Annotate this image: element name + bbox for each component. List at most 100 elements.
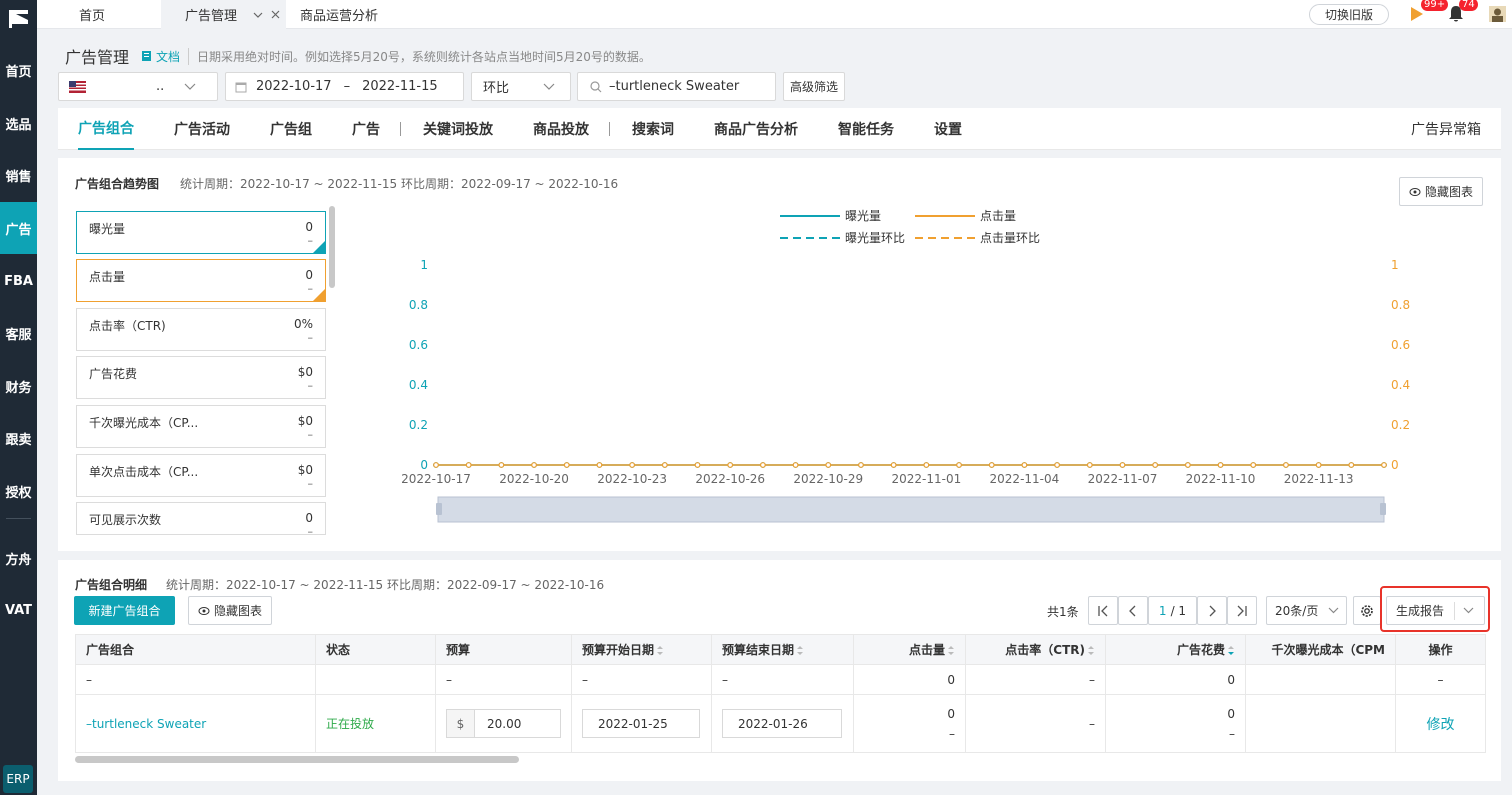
summary-cell: – xyxy=(571,664,712,695)
first-page-button[interactable] xyxy=(1088,596,1118,625)
col-header-budget-start[interactable]: 预算开始日期 xyxy=(571,634,712,665)
col-header-clicks[interactable]: 点击量 xyxy=(853,634,966,665)
sidebar: 首页 选品 销售 广告 FBA 客服 财务 跟卖 授权 方舟 VAT ERP xyxy=(0,0,37,795)
sidebar-item-finance[interactable]: 财务 xyxy=(0,360,37,412)
col-header-spend[interactable]: 广告花费 xyxy=(1105,634,1246,665)
date-range-picker[interactable]: 2022-10-17 – 2022-11-15 xyxy=(225,72,464,101)
detail-title: 广告组合明细 xyxy=(75,578,148,592)
last-page-button[interactable] xyxy=(1227,596,1257,625)
tab-product-targeting[interactable]: 商品投放 xyxy=(533,108,589,150)
new-portfolio-button[interactable]: 新建广告组合 xyxy=(74,596,175,625)
tab-portfolio[interactable]: 广告组合 xyxy=(78,108,134,150)
date-start[interactable]: 2022-10-17 xyxy=(256,79,332,94)
tab-keyword-targeting[interactable]: 关键词投放 xyxy=(423,108,493,150)
tab-campaign[interactable]: 广告活动 xyxy=(174,108,230,150)
edit-link[interactable]: 修改 xyxy=(1395,694,1486,753)
tab-ad[interactable]: 广告 xyxy=(352,108,380,150)
portfolio-name-link[interactable]: –turtleneck Sweater xyxy=(75,694,316,753)
column-settings-button[interactable] xyxy=(1353,596,1381,625)
tab-ad-group[interactable]: 广告组 xyxy=(270,108,312,150)
data-point xyxy=(1086,462,1093,468)
ad-anomaly-box-link[interactable]: 广告异常箱 xyxy=(1411,108,1481,150)
generate-report-label[interactable]: 生成报告 xyxy=(1396,602,1444,619)
metric-card-cpm[interactable]: 千次曝光成本（CP... $0 – xyxy=(76,405,326,448)
next-page-button[interactable] xyxy=(1197,596,1227,625)
page-title: 广告管理 xyxy=(65,48,130,67)
sidebar-item-fba[interactable]: FBA xyxy=(0,255,37,307)
sidebar-item-authorization[interactable]: 授权 xyxy=(0,465,37,517)
metric-card-ctr[interactable]: 点击率（CTR) 0% – xyxy=(76,308,326,351)
chevron-down-icon[interactable] xyxy=(253,11,263,19)
sidebar-item-vat[interactable]: VAT xyxy=(0,584,37,636)
hide-chart-button-2[interactable]: 隐藏图表 xyxy=(188,596,272,625)
metric-list-scrollbar[interactable] xyxy=(329,206,335,288)
sidebar-item-ads[interactable]: 广告 xyxy=(0,202,37,254)
compare-select[interactable]: 环比 xyxy=(471,72,571,101)
tab-ad-management[interactable]: 广告管理 xyxy=(161,0,286,29)
store-select-value: .. xyxy=(156,79,165,94)
prev-page-button[interactable] xyxy=(1118,596,1148,625)
sidebar-item-ark[interactable]: 方舟 xyxy=(0,532,37,584)
table-row: –turtleneck Sweater 正在投放 $ 20.00 2022-01… xyxy=(75,694,1486,753)
metric-label: 曝光量 xyxy=(89,222,126,236)
budget-input[interactable]: $ 20.00 xyxy=(446,709,561,738)
total-count: 共1条 xyxy=(1047,605,1079,619)
tab-product-ad-analysis[interactable]: 商品广告分析 xyxy=(714,108,798,150)
start-date-input[interactable]: 2022-01-25 xyxy=(582,709,700,738)
sort-icon[interactable] xyxy=(1087,645,1095,656)
generate-report-button[interactable]: 生成报告 xyxy=(1386,596,1485,625)
sidebar-item-sales[interactable]: 销售 xyxy=(0,149,37,201)
search-input[interactable]: –turtleneck Sweater xyxy=(577,72,776,101)
tab-search-terms[interactable]: 搜索词 xyxy=(632,108,674,150)
metric-label: 点击量 xyxy=(89,270,126,284)
start-date-cell: 2022-01-25 xyxy=(571,694,712,753)
metric-card-viewable-impressions[interactable]: 可见展示次数 0 – xyxy=(76,502,326,535)
metric-card-spend[interactable]: 广告花费 $0 – xyxy=(76,356,326,399)
sidebar-item-home[interactable]: 首页 xyxy=(0,44,37,96)
metric-value: 0 xyxy=(305,220,313,234)
tab-smart-tasks[interactable]: 智能任务 xyxy=(838,108,894,150)
cpm-cell xyxy=(1245,694,1396,753)
close-icon[interactable] xyxy=(271,10,280,19)
trend-period: 统计周期：2022-10-17 ~ 2022-11-15 环比周期：2022-0… xyxy=(180,177,619,191)
chevron-down-icon[interactable] xyxy=(1463,607,1474,614)
current-page[interactable]: 1 xyxy=(1159,604,1167,618)
metric-card-cpc[interactable]: 单次点击成本（CP... $0 – xyxy=(76,454,326,497)
summary-cell: 0 xyxy=(1105,664,1246,695)
erp-button[interactable]: ERP xyxy=(3,765,33,793)
store-select[interactable]: .. xyxy=(58,72,218,101)
page-size-select[interactable]: 20条/页 xyxy=(1266,596,1347,625)
sort-icon[interactable] xyxy=(796,645,804,656)
end-date-input[interactable]: 2022-01-26 xyxy=(722,709,842,738)
logo-icon xyxy=(9,10,28,28)
col-header-ctr[interactable]: 点击率（CTR) xyxy=(965,634,1106,665)
table-horizontal-scrollbar[interactable] xyxy=(75,756,519,763)
tab-home[interactable]: 首页 xyxy=(79,0,105,29)
summary-cell: 0 xyxy=(853,664,966,695)
sidebar-item-customer-service[interactable]: 客服 xyxy=(0,307,37,359)
tab-product-ops[interactable]: 商品运营分析 xyxy=(300,0,378,29)
y-left-tick: 1 xyxy=(420,258,428,272)
budget-value[interactable]: 20.00 xyxy=(475,710,521,737)
metric-card-impressions[interactable]: 曝光量 0 – xyxy=(76,211,326,254)
advanced-filter-button[interactable]: 高级筛选 xyxy=(783,72,845,101)
sidebar-item-follow-sell[interactable]: 跟卖 xyxy=(0,412,37,464)
col-header-budget-end[interactable]: 预算结束日期 xyxy=(711,634,854,665)
switch-old-version-button[interactable]: 切换旧版 xyxy=(1309,4,1389,25)
first-page-icon xyxy=(1098,605,1108,616)
legend-label: 点击量 xyxy=(980,209,1016,223)
doc-link[interactable]: 文档 xyxy=(141,48,180,65)
avatar[interactable] xyxy=(1489,6,1506,22)
nav-divider xyxy=(400,122,401,136)
hide-chart-label: 隐藏图表 xyxy=(1424,185,1473,199)
sort-icon[interactable] xyxy=(947,645,955,656)
sidebar-item-product-selection[interactable]: 选品 xyxy=(0,97,37,149)
sort-icon[interactable] xyxy=(656,645,664,656)
tab-settings[interactable]: 设置 xyxy=(934,108,962,150)
metric-card-clicks[interactable]: 点击量 0 – xyxy=(76,259,326,302)
sort-desc-icon[interactable] xyxy=(1227,645,1235,656)
col-header-portfolio: 广告组合 xyxy=(75,634,316,665)
date-end[interactable]: 2022-11-15 xyxy=(362,79,438,94)
page-indicator: 1 / 1 xyxy=(1148,596,1197,625)
gear-icon xyxy=(1361,604,1373,617)
